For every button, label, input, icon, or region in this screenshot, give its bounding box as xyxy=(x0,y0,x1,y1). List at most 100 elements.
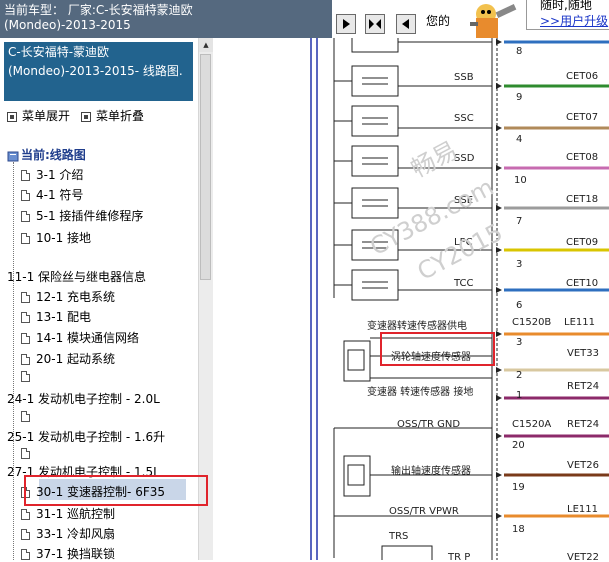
tree-item-connector-repair[interactable]: 5-1 接插件维修程序 xyxy=(21,207,143,224)
wire-ret24-a: RET24 xyxy=(567,381,600,392)
pin-cet18: 7 xyxy=(516,216,523,227)
tree-item-ground[interactable]: 10-1 接地 xyxy=(21,229,91,246)
tree-item-cruise[interactable]: 31-1 巡航控制 xyxy=(21,505,115,522)
page-icon xyxy=(21,333,30,344)
tree-root-label: 当前:线路图 xyxy=(21,148,86,162)
tree-item-symbols[interactable]: 4-1 符号 xyxy=(21,186,83,203)
tree-item-label: 31-1 巡航控制 xyxy=(36,507,116,521)
ad-text: 您的 xyxy=(426,14,451,28)
speed-sensor-power: 变速器转速传感器供电 xyxy=(367,321,467,332)
tree-item-label: 14-1 模块通信网络 xyxy=(36,331,140,345)
connector-c1520a: C1520A xyxy=(512,419,552,430)
wire-cet10: CET10 xyxy=(566,278,599,289)
page-icon xyxy=(21,448,30,459)
tree-item-blank-2[interactable] xyxy=(21,409,36,423)
page-icon xyxy=(21,509,30,520)
wire-vet22: VET22 xyxy=(567,552,599,560)
wire-le111: LE111 xyxy=(564,317,595,328)
wire-ret24-b: RET24 xyxy=(567,419,600,430)
tree-item-blank-1[interactable] xyxy=(21,369,36,383)
tree-item-shift-interlock[interactable]: 37-1 换挡联锁 xyxy=(21,545,115,562)
pin-cet08: 10 xyxy=(514,175,527,186)
connector-c1520b: C1520B xyxy=(512,317,552,328)
pin-20: 20 xyxy=(512,440,525,451)
tree-item-engine-1.6[interactable]: 25-1 发动机电子控制 - 1.6升 xyxy=(7,428,165,445)
pin-cet09: 3 xyxy=(516,259,523,270)
upgrade-link[interactable]: >>用户升级 xyxy=(540,13,609,29)
tree-root[interactable]: 当前:线路图 xyxy=(7,146,86,163)
pin-top: 8 xyxy=(516,46,523,57)
menu-expand-label: 菜单展开 xyxy=(22,109,71,123)
header-line-1: 当前车型： 厂家:C-长安福特蒙迪欧 xyxy=(4,3,193,17)
page-icon xyxy=(21,233,30,244)
pin-cet07: 4 xyxy=(516,134,523,145)
pin-cet10: 6 xyxy=(516,300,523,311)
tr-p-label: TR P xyxy=(448,552,471,560)
arrow-left-icon xyxy=(402,19,409,29)
tree-item-starting[interactable]: 20-1 起动系统 xyxy=(21,350,115,367)
scroll-thumb[interactable] xyxy=(200,54,211,280)
page-icon xyxy=(21,529,30,540)
wire-vet26: VET26 xyxy=(567,460,599,471)
pin-3: 3 xyxy=(516,337,523,348)
tree-item-module-network[interactable]: 14-1 模块通信网络 xyxy=(21,329,139,346)
oss-tr-vpwr: OSS/TR VPWR xyxy=(389,506,459,517)
page-icon xyxy=(21,371,30,382)
pin-ret24-a: 1 xyxy=(516,390,523,401)
tree-item-label: 20-1 起动系统 xyxy=(36,352,116,366)
header-line-2: (Mondeo)-2013-2015 xyxy=(4,18,131,32)
model-title: C-长安福特-蒙迪欧(Mondeo)-2013-2015- 线路图. xyxy=(4,42,193,101)
current-model-header: 当前车型： 厂家:C-长安福特蒙迪欧 (Mondeo)-2013-2015 xyxy=(0,0,332,38)
split-arrows-icon xyxy=(369,19,381,29)
wire-le111-b: LE111 xyxy=(567,504,598,515)
tree-item-label: 10-1 接地 xyxy=(36,231,92,245)
tree-item-label: 11-1 保险丝与继电器信息 xyxy=(7,270,147,284)
tree-item-label: 37-1 换挡联锁 xyxy=(36,547,116,561)
nav-prev-button[interactable] xyxy=(336,14,356,34)
solenoid-tcc: TCC xyxy=(454,278,474,289)
solenoid-ssc: SSC xyxy=(454,113,474,124)
nav-split-button[interactable] xyxy=(365,14,385,34)
page-icon xyxy=(21,211,30,222)
expand-icon xyxy=(7,111,17,122)
tree-item-label: 4-1 符号 xyxy=(36,188,84,202)
page-icon xyxy=(21,190,30,201)
highlight-annotation-diagram xyxy=(380,332,495,366)
menu-collapse-button[interactable]: 菜单折叠 xyxy=(81,107,144,124)
pin-vet33: 2 xyxy=(516,370,523,381)
tree-item-label: 24-1 发动机电子控制 - 2.0L xyxy=(7,392,160,406)
tree-item-charging[interactable]: 12-1 充电系统 xyxy=(21,288,115,305)
wire-cet08: CET08 xyxy=(566,152,599,163)
tree-item-label: 33-1 冷却风扇 xyxy=(36,527,116,541)
tree-item-power-distribution[interactable]: 13-1 配电 xyxy=(21,308,91,325)
tree-item-blank-3[interactable] xyxy=(21,446,36,460)
page-icon xyxy=(21,312,30,323)
collapse-icon xyxy=(81,111,91,122)
tree-item-label: 12-1 充电系统 xyxy=(36,290,116,304)
book-icon xyxy=(7,151,19,161)
menu-collapse-label: 菜单折叠 xyxy=(96,109,145,123)
menu-expand-button[interactable]: 菜单展开 xyxy=(7,107,70,124)
pin-18: 18 xyxy=(512,524,525,535)
tree-item-label: 13-1 配电 xyxy=(36,310,92,324)
ad-box-text: 随时,随地 xyxy=(540,0,592,12)
wiring-diagram-canvas xyxy=(310,38,609,560)
page-icon xyxy=(21,170,30,181)
trs-label: TRS xyxy=(389,531,409,542)
tree-item-cooling-fan[interactable]: 33-1 冷却风扇 xyxy=(21,525,115,542)
page-icon xyxy=(21,411,30,422)
page-icon xyxy=(21,549,30,560)
wire-vet33: VET33 xyxy=(567,348,599,359)
scroll-up-arrow-icon[interactable]: ▲ xyxy=(199,38,213,52)
tree-item-intro[interactable]: 3-1 介绍 xyxy=(21,166,83,183)
speed-sensor-ground: 变速器 转速传感器 接地 xyxy=(367,387,474,398)
wiring-diagram: SSB SSC SSD SSE LPC TCC 8 CET06 9 CET07 … xyxy=(214,38,609,560)
tree-item-label: 5-1 接插件维修程序 xyxy=(36,209,144,223)
upgrade-ad-box[interactable]: 随时,随地 >>用户升级 xyxy=(526,0,609,30)
tree-item-engine-2.0[interactable]: 24-1 发动机电子控制 - 2.0L xyxy=(7,390,160,407)
nav-back-button[interactable] xyxy=(396,14,416,34)
tree-item-fuse-relay[interactable]: 11-1 保险丝与继电器信息 xyxy=(7,268,146,285)
page-icon xyxy=(21,292,30,303)
oss-tr-gnd: OSS/TR GND xyxy=(397,419,461,430)
tree-guide-line xyxy=(13,162,14,560)
